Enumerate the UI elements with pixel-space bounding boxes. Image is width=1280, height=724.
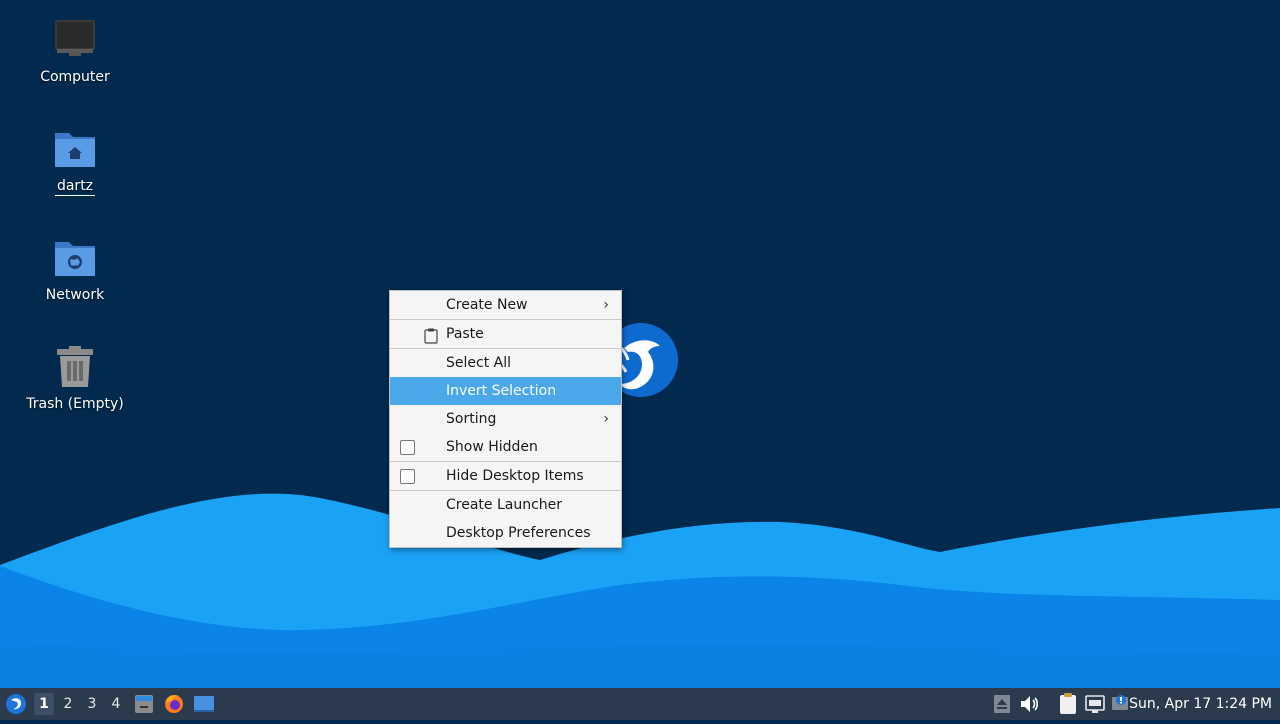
clock[interactable]: Sun, Apr 17 1:24 PM — [1129, 688, 1272, 720]
volume-button[interactable] — [1018, 688, 1040, 720]
eject-tray-button[interactable] — [992, 688, 1012, 720]
menu-item-show-hidden[interactable]: Show Hidden — [390, 433, 621, 461]
menu-item-label: Desktop Preferences — [446, 525, 591, 541]
menu-item-label: Paste — [446, 326, 484, 342]
network-folder-icon — [51, 234, 99, 282]
workspace-4[interactable]: 4 — [106, 693, 126, 715]
menu-item-sorting[interactable]: Sorting › — [390, 405, 621, 433]
file-manager-icon — [135, 695, 153, 713]
chevron-right-icon: › — [603, 411, 609, 427]
desktop-icon-label: Network — [45, 287, 105, 303]
trash-icon — [51, 343, 99, 391]
menu-item-label: Hide Desktop Items — [446, 468, 584, 484]
network-wired-icon — [1085, 695, 1105, 713]
file-manager-launcher[interactable] — [133, 688, 155, 720]
workspace-1[interactable]: 1 — [34, 693, 54, 715]
menu-item-label: Create Launcher — [446, 497, 563, 513]
menu-item-label: Create New — [446, 297, 528, 313]
desktop-icon-network[interactable]: Network — [15, 234, 135, 304]
eject-icon — [994, 695, 1010, 713]
desktop-icon-label: Computer — [40, 69, 110, 85]
clipboard-icon — [424, 326, 438, 344]
desktop-icon-label: dartz — [54, 178, 96, 196]
workspace-3[interactable]: 3 — [82, 693, 102, 715]
desktop-context-menu: Create New › Paste Select All Invert Sel… — [389, 290, 622, 548]
desktop-icon-home[interactable]: dartz — [15, 125, 135, 196]
volume-icon — [1021, 696, 1039, 712]
menu-item-invert-selection[interactable]: Invert Selection — [390, 377, 621, 405]
checkbox[interactable] — [400, 469, 415, 484]
clipboard-tray-button[interactable] — [1056, 688, 1080, 720]
wallpaper — [0, 0, 1280, 688]
checkbox[interactable] — [400, 440, 415, 455]
desktop-icon-trash[interactable]: Trash (Empty) — [15, 343, 135, 413]
menu-item-create-launcher[interactable]: Create Launcher — [390, 491, 621, 519]
show-desktop-button[interactable] — [192, 688, 216, 720]
desktop-icon-computer[interactable]: Computer — [15, 16, 135, 86]
menu-item-label: Select All — [446, 355, 511, 371]
menu-item-hide-desktop-items[interactable]: Hide Desktop Items — [390, 462, 621, 490]
taskbar: 1 2 3 4 Sun, Apr 17 1:24 PM — [0, 688, 1280, 720]
desktop-icon-label: Trash (Empty) — [26, 396, 124, 412]
menu-item-select-all[interactable]: Select All — [390, 349, 621, 377]
show-desktop-icon — [194, 696, 214, 712]
menu-item-label: Invert Selection — [446, 383, 557, 399]
home-folder-icon — [51, 125, 99, 173]
clipboard-tray-icon — [1060, 693, 1076, 714]
lubuntu-menu-icon — [6, 694, 26, 714]
network-tray-button[interactable] — [1084, 688, 1106, 720]
menu-item-paste[interactable]: Paste — [390, 320, 621, 348]
firefox-icon — [165, 695, 183, 713]
start-menu-button[interactable] — [4, 688, 28, 720]
menu-item-label: Sorting — [446, 411, 497, 427]
chevron-right-icon: › — [603, 297, 609, 313]
firefox-launcher[interactable] — [162, 688, 186, 720]
menu-item-desktop-preferences[interactable]: Desktop Preferences — [390, 519, 621, 547]
menu-item-create-new[interactable]: Create New › — [390, 291, 621, 319]
desktop[interactable]: Computer dartz Network Trash (Empty) Cre… — [0, 0, 1280, 688]
menu-item-label: Show Hidden — [446, 439, 538, 455]
workspace-2[interactable]: 2 — [58, 693, 78, 715]
computer-icon — [51, 16, 99, 64]
